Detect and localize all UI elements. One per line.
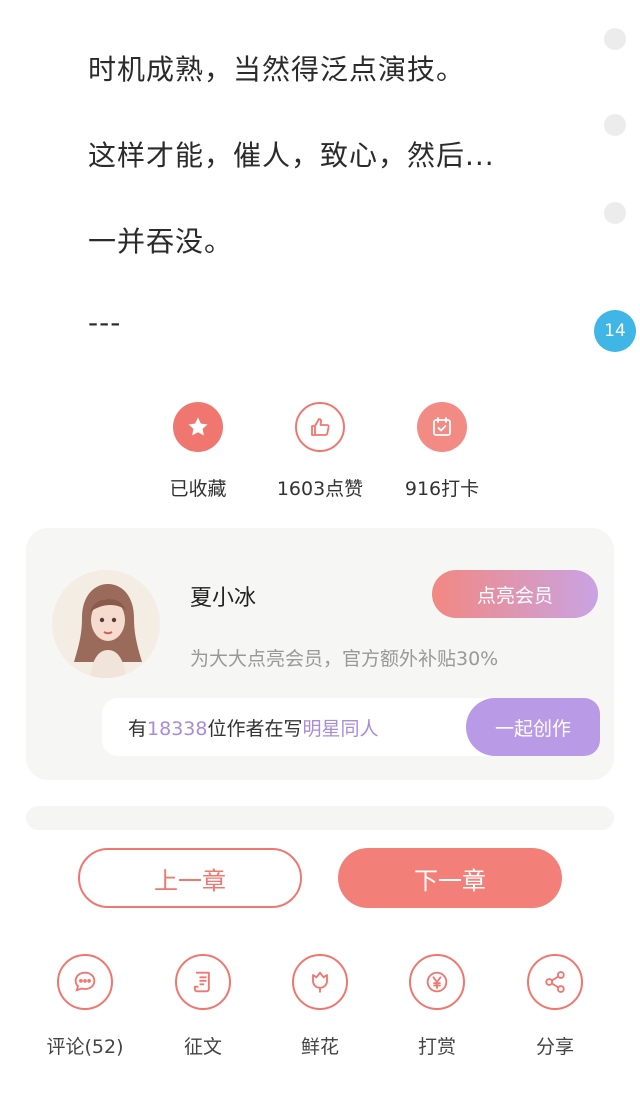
writer-middle: 位作者在写 [207, 718, 303, 740]
section-divider [26, 806, 614, 830]
comment-icon [57, 954, 113, 1010]
flower-icon [292, 954, 348, 1010]
reward-label: 打赏 [417, 1036, 456, 1058]
comment-button[interactable]: 评论(52) [30, 954, 140, 1059]
next-chapter-button[interactable]: 下一章 [338, 848, 562, 908]
writer-promo-text: 有18338位作者在写明星同人 [128, 714, 379, 741]
like-count-label: 1603点赞 [276, 478, 364, 500]
flower-button[interactable]: 鲜花 [265, 954, 375, 1059]
vip-subtitle: 为大大点亮会员，官方额外补贴30% [190, 648, 499, 670]
paragraph-comment-dot[interactable] [604, 114, 626, 136]
writer-topic[interactable]: 明星同人 [302, 718, 378, 740]
writer-count: 18338 [147, 718, 208, 740]
favorite-label: 已收藏 [169, 478, 227, 500]
avatar[interactable] [52, 570, 160, 678]
share-icon [527, 954, 583, 1010]
thumbs-up-icon [295, 402, 345, 452]
essay-label: 征文 [183, 1036, 222, 1058]
paragraph: 一并吞没。 [88, 225, 234, 258]
share-label: 分享 [535, 1036, 574, 1058]
star-icon [173, 402, 223, 452]
flower-label: 鲜花 [300, 1036, 339, 1058]
checkin-count-label: 916打卡 [404, 478, 480, 500]
share-button[interactable]: 分享 [500, 954, 610, 1059]
essay-button[interactable]: 征文 [148, 954, 258, 1059]
paragraph-comment-dot[interactable] [604, 202, 626, 224]
comment-label: 评论(52) [46, 1036, 124, 1058]
checkin-icon [417, 402, 467, 452]
reward-icon [409, 954, 465, 1010]
essay-icon [175, 954, 231, 1010]
writer-promo-bar: 有18338位作者在写明星同人 一起创作 [102, 698, 600, 756]
favorite-button[interactable]: 已收藏 [138, 402, 258, 501]
paragraph: 这样才能，催人，致心，然后... [88, 139, 495, 172]
checkin-button[interactable]: 916打卡 [382, 402, 502, 501]
writer-prefix: 有 [128, 718, 148, 740]
paragraph: 时机成熟，当然得泛点演技。 [88, 53, 466, 86]
paragraph-comment-badge[interactable]: 14 [594, 310, 636, 352]
create-together-button[interactable]: 一起创作 [466, 698, 600, 756]
author-name[interactable]: 夏小冰 [190, 580, 256, 612]
light-vip-button[interactable]: 点亮会员 [432, 570, 598, 618]
paragraph-separator: --- [88, 306, 122, 339]
prev-chapter-button[interactable]: 上一章 [78, 848, 302, 908]
like-button[interactable]: 1603点赞 [260, 402, 380, 501]
reward-button[interactable]: 打赏 [382, 954, 492, 1059]
paragraph-comment-dot[interactable] [604, 28, 626, 50]
